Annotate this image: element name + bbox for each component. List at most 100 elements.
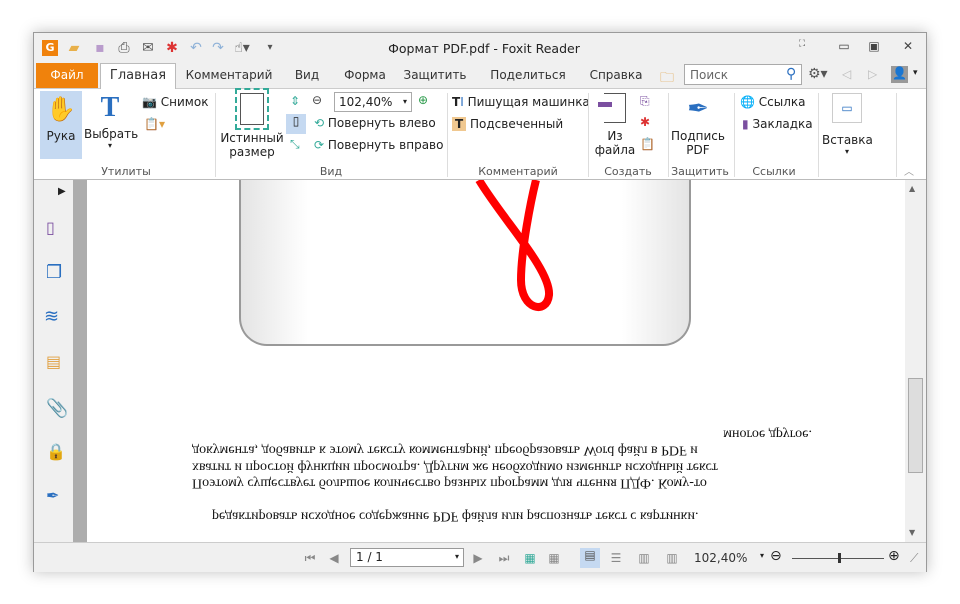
- collapse-ribbon-icon[interactable]: ︿: [904, 163, 914, 178]
- pdf-page: редактировать исходное содержание PDF фа…: [87, 180, 905, 542]
- scroll-thumb[interactable]: [908, 378, 923, 473]
- separator: [447, 93, 448, 177]
- next-page-icon[interactable]: ▶: [470, 551, 486, 565]
- find-folder-icon[interactable]: 🗀: [660, 67, 674, 91]
- user-dropdown-icon[interactable]: ▾: [913, 68, 918, 78]
- minimize-button[interactable]: ▭: [834, 39, 854, 55]
- single-page-icon[interactable]: ▤: [580, 548, 600, 568]
- rotate-right-button[interactable]: ⟳ Повернуть вправо: [314, 138, 443, 152]
- search-icon[interactable]: ⚲: [786, 66, 796, 82]
- page-number-input[interactable]: 1 / 1 ▾: [350, 548, 464, 567]
- previous-page-icon[interactable]: ◀: [326, 551, 342, 565]
- snapshot-button[interactable]: 📷 Снимок: [142, 95, 208, 109]
- zoom-select[interactable]: 102,40% ▾: [334, 92, 412, 112]
- zoom-out-icon[interactable]: ⊖: [312, 93, 322, 107]
- expand-panel-icon[interactable]: ▶: [58, 186, 66, 197]
- fullscreen-icon[interactable]: ⛶: [792, 39, 812, 55]
- create-from-clipboard-icon[interactable]: 📋: [640, 137, 655, 151]
- tab-form[interactable]: Форма: [338, 63, 392, 88]
- create-from-scanner-icon[interactable]: ⎘: [640, 94, 650, 109]
- close-button[interactable]: ✕: [898, 39, 918, 55]
- settings-gear-icon[interactable]: ⚙▾: [808, 66, 828, 82]
- new-file-icon[interactable]: ✱: [164, 40, 180, 56]
- forward-icon[interactable]: ▷: [868, 67, 877, 81]
- separator: [896, 93, 897, 177]
- bookmarks-panel-icon[interactable]: ▯: [46, 218, 55, 237]
- highlight-button[interactable]: T Подсвеченный: [452, 117, 563, 131]
- resize-grip-icon[interactable]: ⟋: [910, 551, 918, 566]
- fit-height-icon[interactable]: ⇕: [290, 94, 300, 108]
- continuous-icon[interactable]: ☰: [608, 551, 624, 565]
- scroll-up-icon[interactable]: ▲: [909, 184, 915, 193]
- tab-file[interactable]: Файл: [36, 63, 98, 88]
- next-view-icon[interactable]: ▦: [546, 551, 562, 565]
- panel-resize-handle[interactable]: [73, 180, 87, 542]
- typewriter-button[interactable]: TI Пишущая машинка: [452, 95, 590, 109]
- insert-dropdown-icon: ▾: [844, 147, 849, 156]
- hand-tool-button[interactable]: ✋ Рука: [40, 91, 82, 159]
- tab-share[interactable]: Поделиться: [488, 63, 568, 88]
- from-file-button[interactable]: Из файла: [592, 93, 638, 157]
- rotate-left-button[interactable]: ⟲ Повернуть влево: [314, 116, 436, 130]
- window-title: Формат PDF.pdf - Foxit Reader: [388, 41, 580, 56]
- link-button[interactable]: 🌐 Ссылка: [740, 95, 806, 109]
- title-bar: G ▰ ▪ ⎙ ✉ ✱ ↶ ↷ ☝▾ ▾ Формат PDF.pdf - Fo…: [34, 33, 926, 63]
- redo-icon[interactable]: ↷: [210, 40, 226, 56]
- security-panel-icon[interactable]: 🔒: [46, 442, 66, 461]
- zoom-value: 102,40%: [339, 95, 393, 109]
- first-page-icon[interactable]: ⏮: [302, 551, 318, 565]
- hand-tool-dropdown-icon[interactable]: ☝▾: [234, 40, 250, 56]
- text-line: многое другое.: [723, 426, 812, 442]
- open-folder-icon[interactable]: ▰: [66, 40, 82, 56]
- zoom-slider-thumb[interactable]: [838, 553, 841, 563]
- attachments-panel-icon[interactable]: 📎: [46, 398, 68, 419]
- group-create-label: Создать: [604, 165, 652, 178]
- last-page-icon[interactable]: ⏭: [496, 551, 512, 565]
- fit-width-icon[interactable]: ▯: [286, 114, 306, 134]
- layers-panel-icon[interactable]: ≋: [44, 306, 59, 327]
- select-tool-button[interactable]: T Выбрать ▾: [84, 93, 138, 151]
- search-input[interactable]: [684, 64, 802, 85]
- separator: [588, 93, 589, 177]
- signatures-panel-icon[interactable]: ✒: [46, 486, 59, 505]
- back-icon[interactable]: ◁: [842, 67, 851, 81]
- scroll-down-icon[interactable]: ▼: [909, 528, 915, 537]
- hand-label: Рука: [46, 129, 76, 143]
- tab-home[interactable]: Главная: [100, 63, 176, 89]
- previous-view-icon[interactable]: ▦: [522, 551, 538, 565]
- print-icon[interactable]: ⎙: [116, 40, 132, 56]
- user-avatar-icon[interactable]: 👤: [891, 66, 908, 83]
- hand-icon: ✋: [46, 95, 76, 123]
- typewriter-icon: T: [452, 95, 461, 109]
- tab-comment[interactable]: Комментарий: [182, 63, 276, 88]
- ribbon: ✋ Рука T Выбрать ▾ 📷 Снимок 📋▾ Утилиты И…: [34, 88, 926, 180]
- status-zoom-out-icon[interactable]: ⊖: [770, 548, 782, 564]
- rotate-right-label: Повернуть вправо: [327, 138, 444, 152]
- maximize-button[interactable]: ▣: [864, 39, 884, 55]
- foxit-logo-icon[interactable]: G: [42, 40, 58, 56]
- undo-icon[interactable]: ↶: [188, 40, 204, 56]
- status-zoom-in-icon[interactable]: ⊕: [888, 548, 900, 564]
- actual-size-button[interactable]: Истинный размер: [220, 88, 284, 159]
- rotate-left-icon: ⟲: [314, 116, 325, 130]
- vertical-scrollbar[interactable]: ▲ ▼: [905, 180, 926, 542]
- email-icon[interactable]: ✉: [140, 40, 156, 56]
- save-icon[interactable]: ▪: [92, 40, 108, 56]
- bookmark-button[interactable]: ▮ Закладка: [742, 117, 813, 131]
- tab-help[interactable]: Справка: [584, 63, 648, 88]
- facing-icon[interactable]: ▥: [636, 551, 652, 565]
- clipboard-icon[interactable]: 📋▾: [144, 117, 165, 131]
- sign-pdf-button[interactable]: ✒ Подпись PDF: [670, 93, 726, 157]
- create-blank-icon[interactable]: ✱: [640, 115, 650, 129]
- tab-view[interactable]: Вид: [284, 63, 330, 88]
- insert-button[interactable]: ▭ Вставка ▾: [822, 93, 873, 156]
- continuous-facing-icon[interactable]: ▥: [664, 551, 680, 565]
- tab-protect[interactable]: Защитить: [402, 63, 468, 88]
- comments-panel-icon[interactable]: ▤: [46, 352, 61, 371]
- status-zoom-dropdown-icon[interactable]: ▾: [760, 551, 764, 560]
- customize-toolbar-icon[interactable]: ▾: [262, 40, 278, 56]
- pages-panel-icon[interactable]: ❐: [46, 262, 62, 283]
- zoom-in-icon[interactable]: ⊕: [418, 93, 428, 107]
- fit-page-icon[interactable]: ⤡: [290, 137, 300, 152]
- page-icon: [235, 88, 269, 130]
